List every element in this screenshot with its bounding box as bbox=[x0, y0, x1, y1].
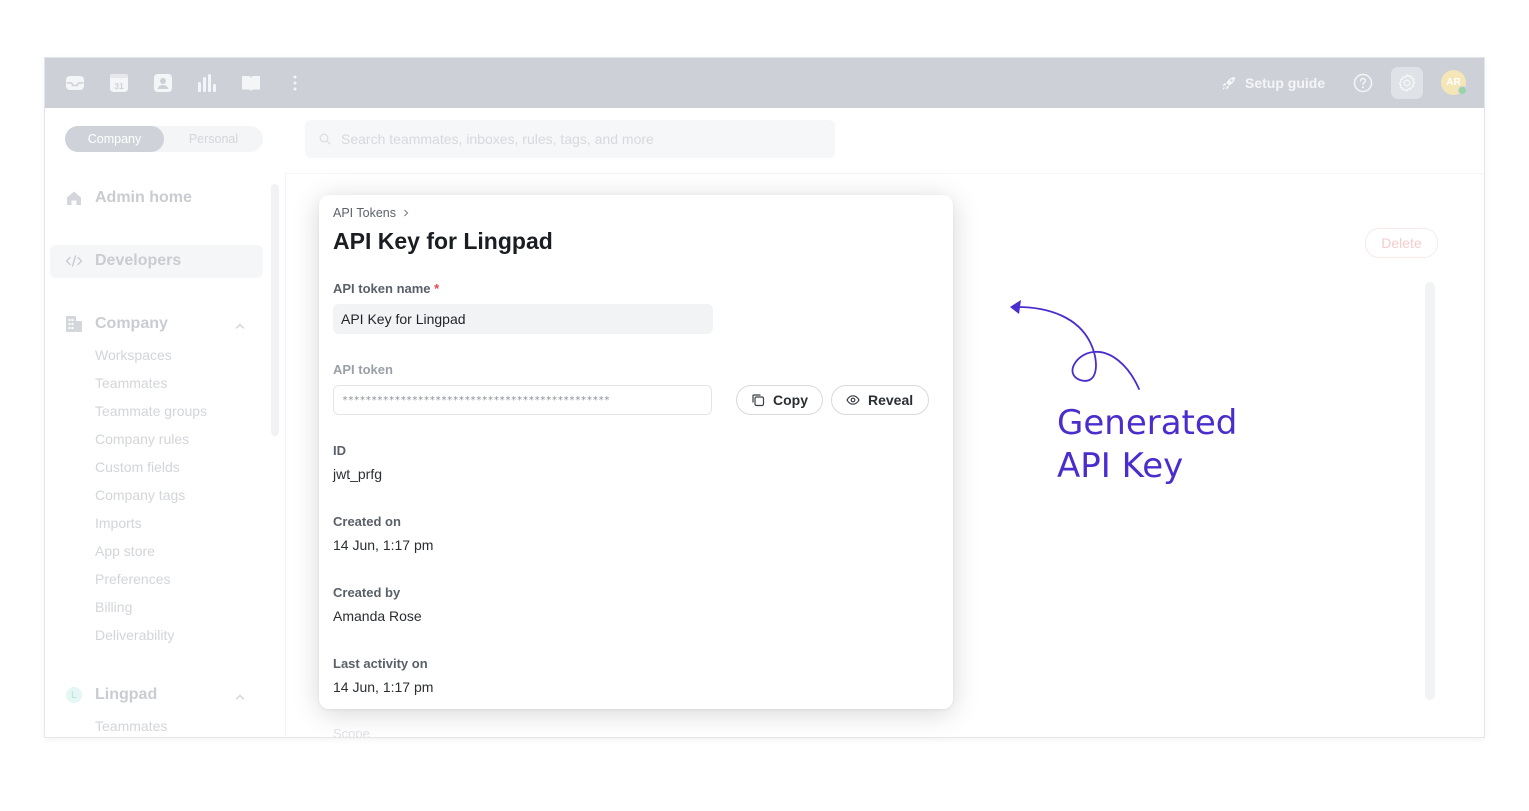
sidebar-item-imports[interactable]: Imports bbox=[95, 515, 142, 531]
sidebar-item-company-rules[interactable]: Company rules bbox=[95, 431, 189, 447]
id-label: ID bbox=[333, 443, 346, 458]
reveal-label: Reveal bbox=[868, 392, 914, 408]
sidebar-item-teammate-groups[interactable]: Teammate groups bbox=[95, 403, 207, 419]
tab-personal[interactable]: Personal bbox=[164, 126, 263, 152]
search-input[interactable]: Search teammates, inboxes, rules, tags, … bbox=[305, 120, 835, 158]
workspace-badge-letter: L bbox=[66, 687, 82, 703]
online-status-dot bbox=[1458, 86, 1467, 95]
page-title: API Key for Lingpad bbox=[333, 228, 553, 254]
eye-icon bbox=[846, 395, 860, 405]
workspace-badge: L bbox=[65, 686, 83, 704]
analytics-icon[interactable] bbox=[197, 73, 217, 93]
breadcrumb-api-tokens[interactable]: API Tokens bbox=[333, 206, 396, 220]
developers-label: Developers bbox=[95, 252, 182, 269]
token-field[interactable]: ****************************************… bbox=[333, 385, 712, 415]
search-placeholder: Search teammates, inboxes, rules, tags, … bbox=[341, 131, 654, 147]
svg-text:31: 31 bbox=[114, 81, 124, 91]
chevron-up-icon[interactable] bbox=[234, 691, 246, 703]
created-by-value: Amanda Rose bbox=[333, 608, 422, 624]
annotation-line-2: API Key bbox=[1057, 446, 1184, 486]
created-on-label: Created on bbox=[333, 514, 401, 529]
token-name-field[interactable]: API Key for Lingpad bbox=[333, 304, 713, 334]
created-on-value: 14 Jun, 1:17 pm bbox=[333, 537, 434, 553]
help-icon[interactable] bbox=[1353, 73, 1373, 93]
tab-company[interactable]: Company bbox=[65, 126, 164, 152]
copy-icon bbox=[752, 394, 765, 407]
copy-label: Copy bbox=[773, 392, 808, 408]
sidebar-item-developers[interactable]: Developers bbox=[65, 252, 181, 270]
more-icon[interactable] bbox=[285, 73, 305, 93]
sidebar-item-billing[interactable]: Billing bbox=[95, 599, 132, 615]
last-activity-label: Last activity on bbox=[333, 656, 428, 671]
token-label: API token bbox=[333, 362, 393, 377]
home-icon bbox=[65, 189, 83, 207]
contacts-icon[interactable] bbox=[153, 73, 173, 93]
annotation-callout: Generated API Key bbox=[1057, 402, 1237, 488]
settings-button[interactable] bbox=[1391, 67, 1423, 99]
id-value: jwt_prfg bbox=[333, 466, 383, 482]
setup-guide-label: Setup guide bbox=[1245, 75, 1326, 91]
content-divider bbox=[285, 173, 286, 737]
code-icon bbox=[65, 252, 83, 270]
reveal-button[interactable]: Reveal bbox=[831, 385, 929, 415]
chevron-up-icon[interactable] bbox=[234, 320, 246, 332]
content-scrollbar[interactable] bbox=[1425, 282, 1435, 700]
sidebar-item-custom-fields[interactable]: Custom fields bbox=[95, 459, 180, 475]
calendar-icon[interactable]: 31 bbox=[109, 73, 129, 93]
setup-guide-button[interactable]: Setup guide bbox=[1221, 74, 1325, 92]
last-activity-value: 14 Jun, 1:17 pm bbox=[333, 679, 434, 695]
inbox-icon[interactable] bbox=[65, 73, 85, 93]
sidebar-item-app-store[interactable]: App store bbox=[95, 543, 155, 559]
sidebar-item-company-tags[interactable]: Company tags bbox=[95, 487, 185, 503]
copy-button[interactable]: Copy bbox=[736, 385, 823, 415]
company-personal-toggle: Company Personal bbox=[65, 126, 263, 152]
top-bar: 31 Setup guide AR bbox=[45, 58, 1484, 108]
annotation-arrow bbox=[1010, 300, 1140, 390]
avatar[interactable]: AR bbox=[1441, 70, 1467, 95]
admin-home-label: Admin home bbox=[95, 189, 192, 206]
header-divider bbox=[285, 173, 1484, 174]
sidebar-item-teammates[interactable]: Teammates bbox=[95, 375, 167, 391]
rocket-icon bbox=[1222, 77, 1235, 90]
knowledge-base-icon[interactable] bbox=[241, 73, 261, 93]
sidebar-item-workspaces[interactable]: Workspaces bbox=[95, 347, 172, 363]
token-name-label-text: API token name bbox=[333, 281, 431, 296]
breadcrumb[interactable]: API Tokens bbox=[333, 206, 410, 220]
workspace-section-label: Lingpad bbox=[95, 686, 158, 703]
annotation-line-1: Generated bbox=[1057, 403, 1238, 443]
sidebar-item-admin-home[interactable]: Admin home bbox=[65, 189, 192, 207]
building-icon bbox=[65, 315, 83, 333]
sidebar-scrollbar[interactable] bbox=[271, 184, 279, 436]
sidebar-section-company[interactable]: Company bbox=[65, 315, 168, 333]
search-icon bbox=[319, 133, 331, 145]
company-section-label: Company bbox=[95, 315, 168, 332]
sidebar-item-deliverability[interactable]: Deliverability bbox=[95, 627, 174, 643]
gear-icon bbox=[1398, 74, 1416, 92]
sidebar-item-workspace-teammates[interactable]: Teammates bbox=[95, 718, 167, 734]
sidebar-item-preferences[interactable]: Preferences bbox=[95, 571, 170, 587]
created-by-label: Created by bbox=[333, 585, 401, 600]
token-name-label: API token name * bbox=[333, 281, 439, 296]
sidebar-section-workspace[interactable]: L Lingpad bbox=[65, 686, 157, 704]
api-token-detail-panel: API Tokens API Key for Lingpad API token… bbox=[319, 195, 953, 709]
required-mark: * bbox=[434, 281, 440, 296]
scope-label: Scope bbox=[333, 726, 370, 737]
chevron-right-icon bbox=[404, 209, 409, 217]
delete-button[interactable]: Delete bbox=[1365, 228, 1438, 258]
